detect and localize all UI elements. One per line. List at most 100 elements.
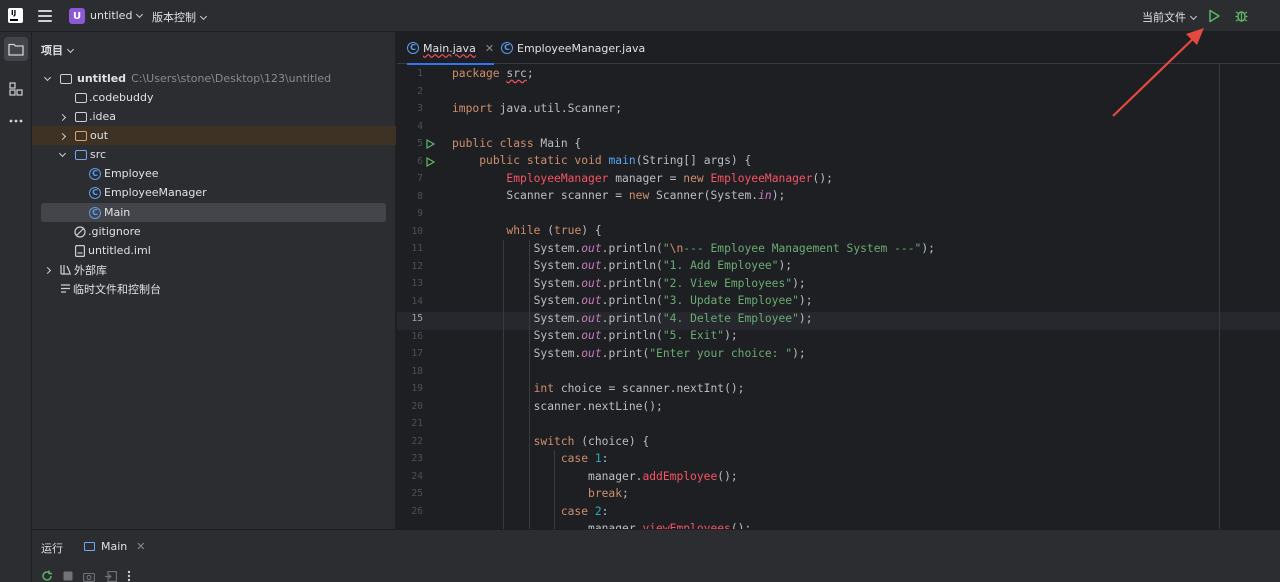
vcs-label: 版本控制 [152,11,196,24]
chevron-down-icon [1189,12,1198,21]
rerun-icon[interactable] [41,570,53,582]
hamburger-icon[interactable] [38,10,52,22]
tree-item-untitled-iml[interactable]: untitled.iml [32,241,396,260]
code-line: public static void main(String[] args) { [479,154,752,167]
run-icon[interactable] [426,157,435,167]
class-icon: C [89,167,101,180]
debug-icon[interactable] [1234,8,1249,23]
code-line: import java.util.Scanner; [452,102,623,115]
expand-arrow-icon[interactable] [43,73,52,82]
close-icon[interactable]: ✕ [485,42,494,55]
code-line: while (true) { [506,224,602,237]
tree-item-label: 外部库 [74,263,107,277]
stop-icon[interactable] [63,571,73,581]
line-number: 19 [411,383,423,394]
line-number: 20 [411,400,423,412]
expand-arrow-icon[interactable] [43,266,52,275]
tree-item-employee[interactable]: C Employee [32,164,396,183]
code-line: manager.addEmployee(); [452,470,738,483]
exit-icon[interactable] [105,570,117,582]
line-number: 22 [411,435,423,447]
project-switcher[interactable]: untitled [90,9,144,22]
run-tab-label: Main [101,540,128,553]
line-number: 7 [417,173,423,184]
tool-window-strip [0,32,32,582]
tab-main-java[interactable]: C Main.java ✕ [407,32,495,65]
scratches-icon [61,284,70,293]
code-line: switch (choice) { [533,435,650,448]
tree-item-gitignore[interactable]: .gitignore [32,222,396,241]
tree-item-external-libs[interactable]: 外部库 [32,260,396,279]
project-tool-button[interactable] [4,37,28,61]
project-panel: 项目 untitled C:\Users\stone\Desktop\123\u… [32,32,396,529]
line-number: 5 [417,138,423,149]
tree-item-src[interactable]: src [32,145,396,164]
class-icon: C [501,42,513,54]
tree-item-main[interactable]: C Main [41,203,386,222]
run-tab-main[interactable]: Main ✕ [84,540,145,553]
line-number: 1 [417,68,423,79]
line-number: 10 [411,225,423,237]
camera-icon[interactable] [83,571,95,582]
line-number: 14 [411,295,423,307]
code-line: System.out.println("5. Exit"); [452,329,738,342]
tree-item-label: untitled.iml [88,244,151,257]
code-line: public class Main { [452,137,582,150]
tree-item-label: src [90,148,107,161]
line-number: 15 [411,313,423,324]
more-icon[interactable] [127,570,131,582]
tree-item-label: untitled [77,72,127,85]
tree-item-out[interactable]: out [32,126,396,145]
tree-item-label: .gitignore [88,225,141,238]
tree-item-untitled[interactable]: untitled C:\Users\stone\Desktop\123\unti… [32,69,396,88]
close-icon[interactable]: ✕ [136,540,145,553]
chevron-down-icon [66,45,75,54]
module-folder-icon [60,73,72,84]
project-path-hint: C:\Users\stone\Desktop\123\untitled [131,72,332,85]
code-line: System.out.print("Enter your choice: "); [452,347,806,360]
source-folder-icon [75,149,87,160]
line-number: 18 [411,365,423,377]
run-panel-title[interactable]: 运行 [41,540,63,556]
line-number: 3 [417,103,423,114]
line-number: 4 [417,120,423,132]
class-icon: C [89,186,101,199]
tab-employee-manager-java[interactable]: C EmployeeManager.java [501,32,645,64]
project-panel-header[interactable]: 项目 [41,42,75,58]
tree-item-scratches[interactable]: 临时文件和控制台 [32,279,396,298]
line-number: 2 [417,85,423,97]
expand-arrow-icon[interactable] [58,113,67,122]
tree-item-label: 临时文件和控制台 [73,282,161,296]
tree-item-idea[interactable]: .idea [32,107,396,126]
line-number: 17 [411,348,423,359]
expand-arrow-icon[interactable] [58,132,67,141]
code-line: System.out.println("2. View Employees"); [452,277,806,290]
code-line: package src; [452,67,534,80]
folder-icon [8,43,24,56]
run-icon[interactable] [426,139,435,149]
run-tool-window: 运行 Main ✕ [32,529,1280,582]
class-icon: C [89,206,101,219]
vcs-menu[interactable]: 版本控制 [152,9,208,25]
tree-item-label: Employee [104,167,159,180]
more-tools-button[interactable] [4,109,28,133]
code-line: System.out.println("3. Update Employee")… [452,294,813,307]
excluded-folder-icon [75,130,87,141]
tab-label: Main.java [423,41,476,55]
line-number: 24 [411,470,423,482]
tree-item-label: .codebuddy [89,91,154,104]
line-number: 6 [417,155,423,167]
tree-item-codebuddy[interactable]: .codebuddy [32,88,396,107]
project-badge[interactable]: U [69,8,85,24]
expand-arrow-icon[interactable] [58,149,67,158]
structure-tool-button[interactable] [4,77,28,101]
app-logo-icon[interactable]: IJ [8,8,23,23]
structure-icon [9,82,23,96]
line-number: 21 [411,418,423,429]
title-bar: IJ U untitled 版本控制 当前文件 [0,0,1280,32]
tree-item-employee-manager[interactable]: C EmployeeManager [32,183,396,202]
annotation-arrow [1112,28,1204,117]
panel-title: 项目 [41,44,63,57]
console-icon [84,542,95,551]
line-number: 11 [411,243,423,254]
